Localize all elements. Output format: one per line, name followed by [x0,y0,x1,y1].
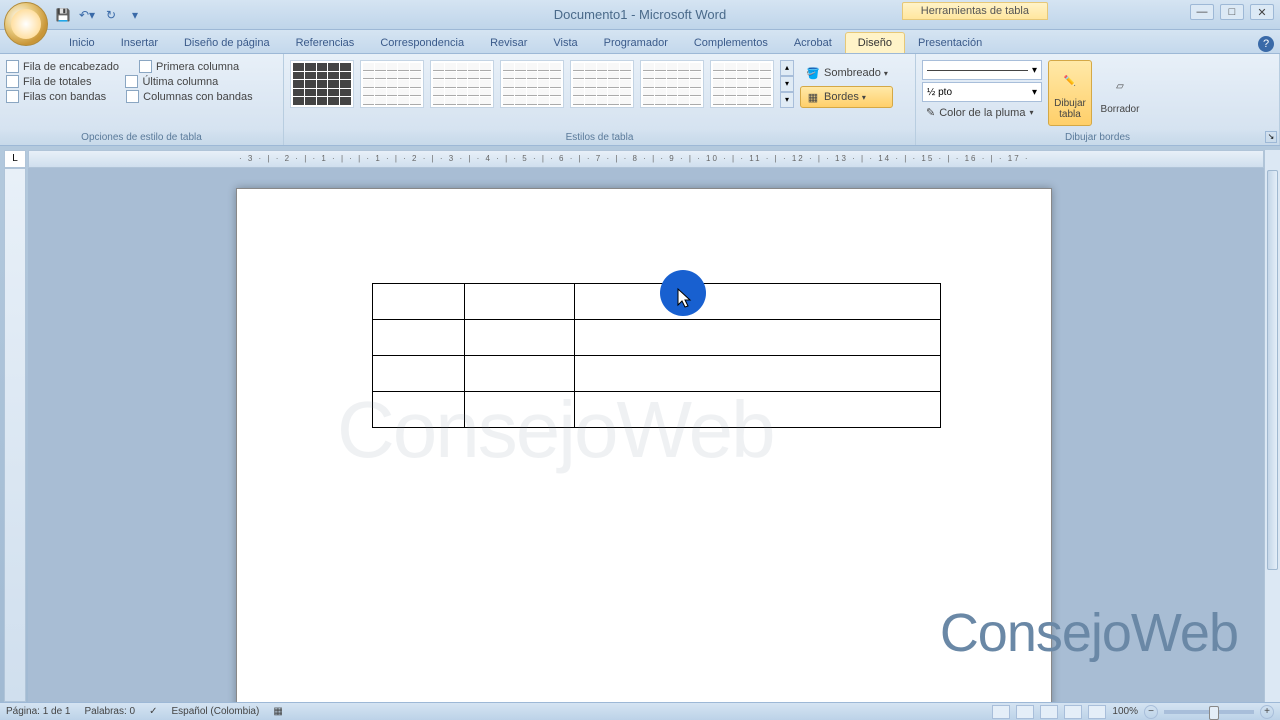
tab-acrobat[interactable]: Acrobat [781,32,845,53]
pen-color-button[interactable]: ✎Color de la pluma▾ [922,104,1042,121]
vertical-ruler[interactable] [4,168,26,702]
checkbox-banded-columns[interactable]: Columnas con bandas [126,90,252,103]
help-icon[interactable]: ? [1258,36,1274,52]
gallery-more-icon[interactable]: ▾ [780,92,794,108]
checkbox-total-row[interactable]: Fila de totales [6,75,91,88]
page[interactable]: ConsejoWeb [236,188,1052,702]
tab-insertar[interactable]: Insertar [108,32,171,53]
checkbox-banded-rows[interactable]: Filas con bandas [6,90,106,103]
table-style-thumb[interactable] [710,60,774,108]
line-style-select[interactable]: ▾ [922,60,1042,80]
quick-access-toolbar: 💾 ↶▾ ↻ ▾ [52,4,146,26]
borders-button[interactable]: ▦Bordes▾ [800,86,893,108]
gallery-up-icon[interactable]: ▴ [780,60,794,76]
zoom-level[interactable]: 100% [1112,706,1138,717]
pen-icon: ✎ [926,106,935,119]
office-button[interactable] [4,2,48,46]
tab-selector[interactable]: L [4,150,26,168]
undo-icon[interactable]: ↶▾ [76,4,98,26]
zoom-in-button[interactable]: + [1260,705,1274,719]
borders-icon: ▦ [805,89,821,105]
qat-customize-icon[interactable]: ▾ [124,4,146,26]
maximize-button[interactable]: □ [1220,4,1244,20]
group-label: Estilos de tabla [284,129,915,145]
watermark-overlay: ConsejoWeb [940,602,1238,664]
close-button[interactable]: ✕ [1250,4,1274,20]
group-label: Dibujar bordes [916,129,1279,145]
table-style-thumb[interactable] [360,60,424,108]
cursor-highlight [660,270,706,316]
redo-icon[interactable]: ↻ [100,4,122,26]
status-page[interactable]: Página: 1 de 1 [6,706,71,717]
tab-programador[interactable]: Programador [591,32,681,53]
pencil-table-icon: ✏️ [1054,66,1086,96]
group-table-styles: ▴ ▾ ▾ 🪣Sombreado▾ ▦Bordes▾ Estilos de ta… [284,54,916,145]
table-style-thumb[interactable] [640,60,704,108]
group-table-style-options: Fila de encabezado Primera columna Fila … [0,54,284,145]
paint-bucket-icon: 🪣 [805,65,821,81]
draw-table-button[interactable]: ✏️Dibujar tabla [1048,60,1092,126]
tab-inicio[interactable]: Inicio [56,32,108,53]
checkbox-last-column[interactable]: Última columna [125,75,218,88]
view-print-layout-button[interactable] [992,705,1010,719]
window-title: Documento1 - Microsoft Word [554,7,726,22]
checkbox-header-row[interactable]: Fila de encabezado [6,60,119,73]
view-full-screen-button[interactable] [1016,705,1034,719]
tab-diseno[interactable]: Diseño [845,32,905,53]
tab-revisar[interactable]: Revisar [477,32,540,53]
ribbon-tabs: Inicio Insertar Diseño de página Referen… [0,30,1280,54]
save-icon[interactable]: 💾 [52,4,74,26]
zoom-out-button[interactable]: − [1144,705,1158,719]
ribbon: Fila de encabezado Primera columna Fila … [0,54,1280,146]
dialog-launcher-icon[interactable]: ↘ [1265,131,1277,143]
table-style-thumb[interactable] [290,60,354,108]
view-web-layout-button[interactable] [1040,705,1058,719]
table-style-thumb[interactable] [430,60,494,108]
watermark: ConsejoWeb [337,384,774,476]
table-style-thumb[interactable] [500,60,564,108]
eraser-button[interactable]: ▱Borrador [1098,60,1142,126]
line-weight-select[interactable]: ½ pto▾ [922,82,1042,102]
vertical-scrollbar[interactable] [1264,150,1280,702]
horizontal-ruler[interactable]: · 3 · | · 2 · | · 1 · | · | · 1 · | · 2 … [28,150,1264,168]
titlebar: 💾 ↶▾ ↻ ▾ Documento1 - Microsoft Word Her… [0,0,1280,30]
view-outline-button[interactable] [1064,705,1082,719]
statusbar: Página: 1 de 1 Palabras: 0 ✓ Español (Co… [0,702,1280,720]
tab-diseno-pagina[interactable]: Diseño de página [171,32,283,53]
tab-presentacion[interactable]: Presentación [905,32,995,53]
eraser-icon: ▱ [1104,72,1136,102]
tab-referencias[interactable]: Referencias [283,32,368,53]
group-draw-borders: ▾ ½ pto▾ ✎Color de la pluma▾ ✏️Dibujar t… [916,54,1280,145]
view-draft-button[interactable] [1088,705,1106,719]
group-label: Opciones de estilo de tabla [0,129,283,145]
status-language[interactable]: Español (Colombia) [171,706,259,717]
checkbox-first-column[interactable]: Primera columna [139,60,239,73]
gallery-down-icon[interactable]: ▾ [780,76,794,92]
contextual-tab-label: Herramientas de tabla [902,2,1048,20]
zoom-slider[interactable] [1164,710,1254,714]
table-style-thumb[interactable] [570,60,634,108]
shading-button[interactable]: 🪣Sombreado▾ [800,62,893,84]
tab-vista[interactable]: Vista [540,32,590,53]
tab-complementos[interactable]: Complementos [681,32,781,53]
document-area: ConsejoWeb ConsejoWeb [28,168,1264,702]
minimize-button[interactable]: — [1190,4,1214,20]
macro-icon[interactable]: ▦ [273,706,282,717]
tab-correspondencia[interactable]: Correspondencia [367,32,477,53]
status-words[interactable]: Palabras: 0 [85,706,136,717]
proofing-icon[interactable]: ✓ [149,706,157,717]
